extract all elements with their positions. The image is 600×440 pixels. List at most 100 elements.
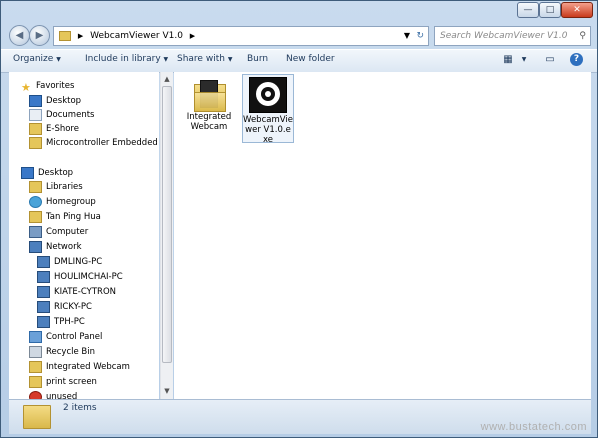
nav-label: Tan Ping Hua [46,212,101,222]
nav-label: KIATE-CYTRON [54,287,116,297]
nav-label: Recycle Bin [46,347,96,357]
help-icon[interactable]: ? [570,53,583,66]
nav-label: HOULIMCHAI-PC [54,272,123,282]
nav-item-network-pc[interactable]: KIATE-CYTRON [37,285,116,299]
nav-item-microcontroller[interactable]: Microcontroller Embedded Syst [29,136,159,150]
nav-label: Control Panel [46,332,103,342]
nav-item-network-pc[interactable]: TPH-PC [37,315,85,329]
breadcrumb-current[interactable]: WebcamViewer V1.0 [90,31,183,41]
folder-small-icon [59,30,71,41]
nav-label: Microcontroller Embedded Syst [46,138,159,148]
forward-button[interactable]: ▶ [29,25,50,46]
webcam-exe-icon [249,77,287,113]
search-input[interactable]: Search WebcamViewer V1.0 ⚲ [434,26,591,46]
chevron-down-icon: ▼ [163,56,169,63]
control-panel-icon [29,330,42,343]
blocked-icon [29,390,42,399]
nav-item-print-screen[interactable]: print screen [29,375,97,389]
star-icon: ★ [21,80,31,94]
libraries-icon [29,180,42,193]
recycle-bin-icon [29,345,42,358]
search-icon: ⚲ [579,31,586,41]
organize-label: Organize [13,54,54,64]
documents-icon [29,108,42,121]
navigation-pane: ★ Favorites Desktop Documents E-Shore Mic… [9,72,159,399]
include-in-library-button[interactable]: Include in library ▼ [85,54,168,64]
nav-label: Desktop [46,96,82,106]
file-list: Integrated Webcam WebcamViewer V1.0.exe [174,72,591,399]
nav-label: Libraries [46,182,83,192]
view-dropdown-icon[interactable]: ▼ [517,53,531,67]
preview-pane-icon[interactable]: ▭ [543,53,557,67]
nav-item-computer[interactable]: Computer [29,225,88,239]
folder-icon [29,122,42,135]
nav-item-desktop[interactable]: Desktop [29,94,81,108]
share-with-label: Share with [177,54,225,64]
nav-label: E-Shore [46,124,79,134]
file-name: Integrated Webcam [186,112,232,132]
nav-item-network-pc[interactable]: DMLING-PC [37,255,102,269]
file-item-exe[interactable]: WebcamViewer V1.0.exe [242,74,294,145]
nav-item-integrated-webcam[interactable]: Integrated Webcam [29,360,130,374]
nav-desktop[interactable]: Desktop [21,166,73,180]
nav-label: Computer [46,227,89,237]
share-with-button[interactable]: Share with ▼ [177,54,232,64]
computer-icon [37,300,50,313]
maximize-button[interactable]: □ [539,2,561,18]
nav-item-e-shore[interactable]: E-Shore [29,122,79,136]
nav-item-network-pc[interactable]: HOULIMCHAI-PC [37,270,123,284]
forward-arrow-icon: ▶ [35,30,44,41]
desktop-icon [29,94,42,107]
search-placeholder: Search WebcamViewer V1.0 [440,31,568,41]
nav-label: TPH-PC [54,317,85,327]
include-in-library-label: Include in library [85,54,161,64]
folder-icon [29,360,42,373]
address-dropdown-icon[interactable]: ▼ [404,27,410,45]
file-item-folder[interactable]: Integrated Webcam [184,74,234,134]
homegroup-icon [29,195,42,208]
nav-item-user[interactable]: Tan Ping Hua [29,210,101,224]
nav-item-network[interactable]: Network [29,240,82,254]
back-button[interactable]: ◀ [9,25,30,46]
nav-label: unused [46,392,78,399]
nav-item-unused[interactable]: unused [29,390,77,399]
nav-item-recycle-bin[interactable]: Recycle Bin [29,345,95,359]
folder-icon [29,136,42,149]
nav-label: Desktop [38,168,74,178]
command-bar: Organize ▼ Include in library ▼ Share wi… [1,49,597,73]
scroll-down-icon[interactable]: ▼ [161,385,173,397]
desktop-icon [21,166,34,179]
nav-item-network-pc[interactable]: RICKY-PC [37,300,92,314]
nav-label: print screen [46,377,97,387]
address-bar[interactable]: ▶ WebcamViewer V1.0 ▶ ▼ ↻ [53,26,429,46]
scroll-up-icon[interactable]: ▲ [161,73,173,85]
scrollbar-thumb[interactable] [162,86,172,363]
minimize-button[interactable]: — [517,2,539,18]
folder-icon [23,405,51,429]
item-count: 2 items [63,403,97,413]
chevron-down-icon: ▼ [56,56,61,63]
refresh-icon[interactable]: ↻ [416,27,424,45]
nav-label: Favorites [36,81,75,91]
nav-label: Network [46,242,82,252]
nav-label: DMLING-PC [54,257,103,267]
nav-item-control-panel[interactable]: Control Panel [29,330,102,344]
computer-icon [37,315,50,328]
breadcrumb-separator-icon: ▶ [189,32,196,40]
nav-label: Integrated Webcam [46,362,130,372]
close-button[interactable]: ✕ [561,2,593,18]
watermark-text: www.bustatech.com [480,421,587,433]
view-options-icon[interactable]: ▦ [501,53,515,67]
organize-button[interactable]: Organize ▼ [13,54,61,64]
nav-scrollbar[interactable]: ▲ ▼ [160,72,173,399]
nav-favorites[interactable]: ★ Favorites [21,79,75,94]
nav-item-libraries[interactable]: Libraries [29,180,83,194]
folder-icon [29,375,42,388]
nav-item-homegroup[interactable]: Homegroup [29,195,96,209]
new-folder-button[interactable]: New folder [286,54,335,64]
user-folder-icon [29,210,42,223]
burn-button[interactable]: Burn [247,54,268,64]
nav-item-documents[interactable]: Documents [29,108,94,122]
back-arrow-icon: ◀ [15,30,24,41]
chevron-down-icon: ▼ [227,56,233,63]
